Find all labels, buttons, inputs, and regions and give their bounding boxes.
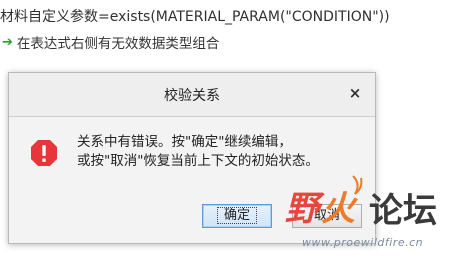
relation-code-line: 材料自定义参数=exists(MATERIAL_PARAM("CONDITION… [0, 9, 390, 25]
ok-button[interactable]: 确定 [202, 204, 272, 228]
message-line-1: 关系中有错误。按"确定"继续编辑， [77, 134, 292, 150]
ok-button-label: 确定 [216, 207, 257, 224]
green-arrow-icon: ➔ [2, 34, 13, 50]
verify-relations-dialog: 校验关系 × 关系中有错误。按"确定"继续编辑， 或按"取消"恢复当前上下文的初… [8, 72, 376, 244]
cancel-button[interactable]: 取消 [292, 204, 362, 228]
svg-text:论坛: 论坛 [369, 191, 437, 231]
hint-text: 在表达式右侧有无效数据类型组合 [16, 36, 220, 52]
error-icon [31, 140, 57, 166]
message-line-2: 或按"取消"恢复当前上下文的初始状态。 [77, 153, 319, 169]
close-button[interactable]: × [345, 83, 365, 103]
dialog-title: 校验关系 [164, 88, 220, 104]
dialog-message: 关系中有错误。按"确定"继续编辑， 或按"取消"恢复当前上下文的初始状态。 [77, 133, 319, 171]
hint-line: ➔ 在表达式右侧有无效数据类型组合 [2, 32, 220, 53]
dialog-titlebar: 校验关系 × [9, 73, 375, 117]
